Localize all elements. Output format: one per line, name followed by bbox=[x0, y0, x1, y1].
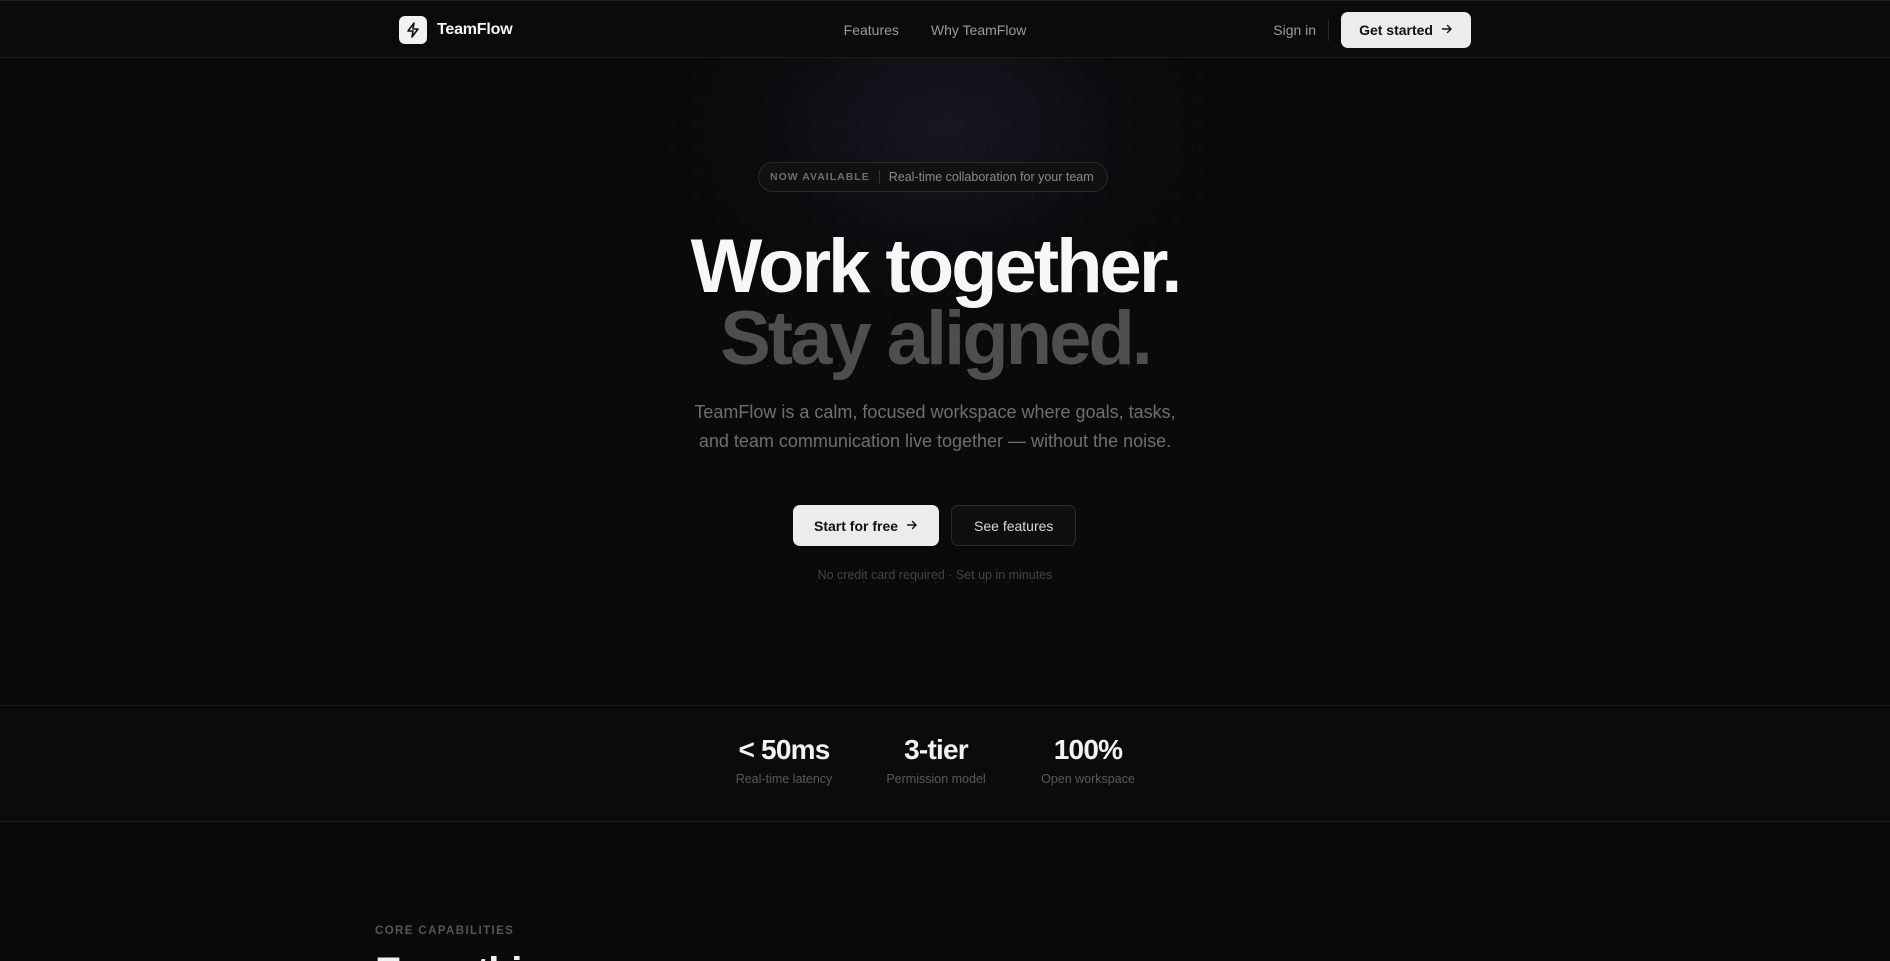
hero-subtitle-line-1: TeamFlow is a calm, focused workspace wh… bbox=[694, 402, 1176, 422]
top-navbar: TeamFlow Features Why TeamFlow Sign in G… bbox=[0, 0, 1890, 58]
arrow-right-icon bbox=[1441, 22, 1453, 38]
sign-in-link[interactable]: Sign in bbox=[1261, 22, 1328, 38]
stat-label: Permission model bbox=[886, 772, 986, 786]
hero-footnote: No credit card required · Set up in minu… bbox=[817, 568, 1053, 582]
see-features-button[interactable]: See features bbox=[951, 505, 1077, 546]
lightning-bolt-icon bbox=[399, 16, 427, 44]
nav-link-why-teamflow[interactable]: Why TeamFlow bbox=[931, 22, 1026, 38]
brand-link[interactable]: TeamFlow bbox=[399, 16, 513, 44]
section-title: Everything bbox=[375, 950, 568, 961]
hero-subtitle-line-2: and team communication live together — w… bbox=[698, 431, 1172, 451]
stat-label: Real-time latency bbox=[735, 772, 833, 786]
stats-bar: < 50ms Real-time latency 3-tier Permissi… bbox=[0, 705, 1890, 822]
badge-text: Real-time collaboration for your team bbox=[888, 170, 1094, 184]
nav-actions: Sign in Get started bbox=[1261, 12, 1471, 48]
stat-value: < 50ms bbox=[738, 734, 831, 765]
start-for-free-button[interactable]: Start for free bbox=[793, 505, 940, 546]
nav-link-features[interactable]: Features bbox=[844, 22, 899, 38]
badge-tag: NOW AVAILABLE bbox=[770, 171, 870, 183]
stat-value: 100% bbox=[1053, 734, 1123, 765]
announcement-badge: NOW AVAILABLE Real-time collaboration fo… bbox=[758, 162, 1108, 192]
navbar-container: TeamFlow Features Why TeamFlow Sign in G… bbox=[399, 1, 1471, 59]
stat-latency: < 50ms Real-time latency bbox=[730, 734, 838, 786]
get-started-label: Get started bbox=[1359, 22, 1433, 38]
core-capabilities-section: CORE CAPABILITIES Everything bbox=[0, 822, 1890, 961]
hero-title-line-2: Stay aligned. bbox=[720, 296, 1153, 381]
arrow-right-icon bbox=[906, 518, 918, 534]
brand-name: TeamFlow bbox=[437, 21, 513, 38]
hero-title-line-1: Work together. bbox=[690, 224, 1183, 309]
hero-subtitle: TeamFlow is a calm, focused workspace wh… bbox=[0, 398, 1870, 456]
divider bbox=[1328, 19, 1330, 41]
get-started-button[interactable]: Get started bbox=[1341, 12, 1471, 48]
start-for-free-label: Start for free bbox=[814, 517, 899, 534]
hero-section: NOW AVAILABLE Real-time collaboration fo… bbox=[0, 58, 1890, 705]
badge-divider bbox=[878, 170, 880, 184]
stat-label: Open workspace bbox=[1041, 772, 1135, 786]
stat-value: 3-tier bbox=[904, 734, 968, 765]
stat-permissions: 3-tier Permission model bbox=[880, 734, 992, 786]
section-eyebrow: CORE CAPABILITIES bbox=[375, 925, 515, 937]
stat-workspace: 100% Open workspace bbox=[1033, 734, 1143, 786]
nav-links: Features Why TeamFlow bbox=[844, 22, 1027, 38]
hero-cta-group: Start for free See features bbox=[793, 505, 1077, 546]
